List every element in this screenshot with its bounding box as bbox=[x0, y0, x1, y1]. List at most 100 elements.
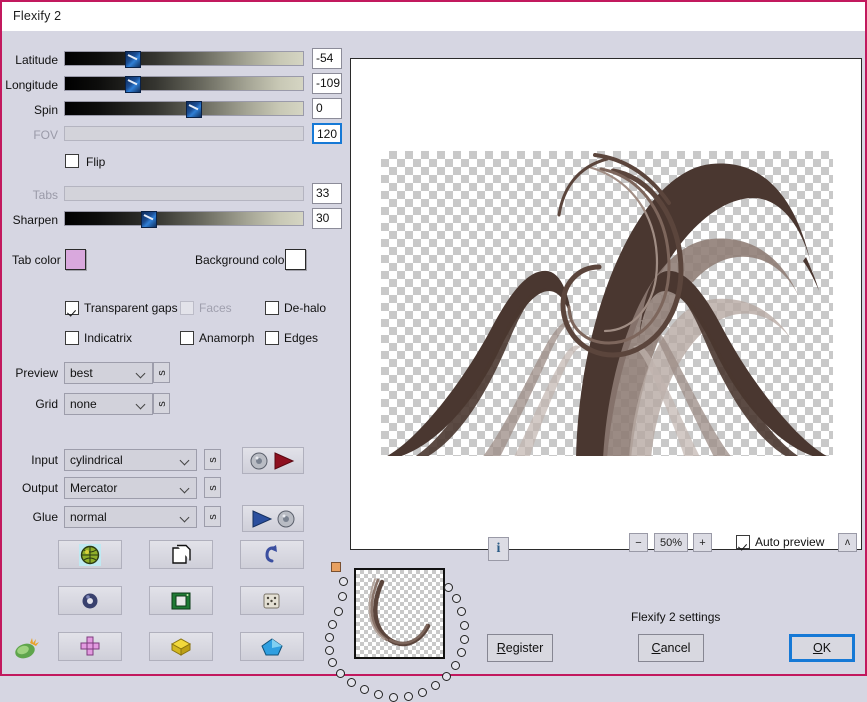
input-label: Input bbox=[31, 453, 58, 467]
torus-button[interactable] bbox=[58, 586, 122, 615]
preview-label: Preview bbox=[15, 366, 58, 380]
ring-dot[interactable] bbox=[334, 607, 343, 616]
dialog-body: Latitude -54 Longitude -109 Spin 0 FOV 1… bbox=[2, 31, 865, 702]
input-swap-button[interactable]: s bbox=[204, 449, 221, 470]
ring-dot[interactable] bbox=[418, 688, 427, 697]
ring-dot[interactable] bbox=[452, 594, 461, 603]
flexify-dialog: Flexify 2 Latitude -54 Longitude -109 Sp… bbox=[0, 0, 867, 702]
tabs-slider bbox=[64, 186, 304, 201]
fov-value-input[interactable]: 120 bbox=[312, 123, 342, 144]
dice-button[interactable] bbox=[240, 586, 304, 615]
undo-button[interactable] bbox=[240, 540, 304, 569]
preview-select[interactable]: best bbox=[64, 362, 153, 384]
background-color-swatch[interactable] bbox=[285, 249, 306, 270]
ring-dot[interactable] bbox=[347, 678, 356, 687]
glue-swap-button[interactable]: s bbox=[204, 506, 221, 527]
edges-label: Edges bbox=[284, 331, 319, 345]
anamorph-checkbox[interactable] bbox=[180, 331, 194, 345]
sprout-icon bbox=[12, 635, 40, 661]
transparent-gaps-checkbox[interactable] bbox=[65, 301, 79, 315]
input-select[interactable]: cylindrical bbox=[64, 449, 197, 471]
thumbnail-preview[interactable] bbox=[354, 568, 445, 659]
de-halo-checkbox[interactable] bbox=[265, 301, 279, 315]
longitude-value-input[interactable]: -109 bbox=[312, 73, 342, 94]
ring-dot[interactable] bbox=[325, 633, 334, 642]
tabs-value-input[interactable]: 33 bbox=[312, 183, 342, 204]
output-select-value: Mercator bbox=[70, 481, 118, 495]
latitude-value-input[interactable]: -54 bbox=[312, 48, 342, 69]
glue-select[interactable]: normal bbox=[64, 506, 197, 528]
ring-dot[interactable] bbox=[328, 620, 337, 629]
ring-dot[interactable] bbox=[457, 648, 466, 657]
longitude-slider[interactable] bbox=[64, 76, 304, 93]
status-text: Flexify 2 settings bbox=[631, 610, 721, 624]
transparent-gaps-label: Transparent gaps bbox=[84, 301, 178, 315]
cross-cube-button[interactable] bbox=[58, 632, 122, 661]
ring-dot[interactable] bbox=[328, 658, 337, 667]
edges-checkbox[interactable] bbox=[265, 331, 279, 345]
preview-pane[interactable] bbox=[350, 58, 862, 550]
spin-slider-thumb[interactable] bbox=[186, 101, 203, 118]
ring-dot[interactable] bbox=[404, 692, 413, 701]
ring-dot[interactable] bbox=[360, 685, 369, 694]
chip-button[interactable] bbox=[149, 586, 213, 615]
chevron-down-icon bbox=[181, 485, 189, 493]
info-button[interactable]: i bbox=[488, 537, 509, 561]
ring-dot[interactable] bbox=[457, 607, 466, 616]
preview-image bbox=[387, 153, 827, 456]
ring-dot[interactable] bbox=[460, 621, 469, 630]
spin-value-input[interactable]: 0 bbox=[312, 98, 342, 119]
dice-icon bbox=[263, 593, 280, 608]
plane-to-sphere-button[interactable] bbox=[242, 505, 304, 532]
gold-box-button[interactable] bbox=[149, 632, 213, 661]
ring-dot[interactable] bbox=[451, 661, 460, 670]
chevron-down-icon bbox=[181, 457, 189, 465]
sharpen-slider[interactable] bbox=[64, 211, 304, 228]
register-button[interactable]: Register bbox=[487, 634, 553, 662]
grid-select[interactable]: none bbox=[64, 393, 153, 415]
sharpen-slider-thumb[interactable] bbox=[141, 211, 158, 228]
ok-button[interactable]: OK bbox=[789, 634, 855, 662]
glue-select-value: normal bbox=[70, 510, 107, 524]
output-select[interactable]: Mercator bbox=[64, 477, 197, 499]
zoom-out-button[interactable]: − bbox=[629, 533, 648, 552]
latitude-slider-thumb[interactable] bbox=[124, 51, 141, 68]
output-swap-button[interactable]: s bbox=[204, 477, 221, 498]
auto-preview-label: Auto preview bbox=[755, 535, 825, 549]
blue-gem-button[interactable] bbox=[240, 632, 304, 661]
ring-dot[interactable] bbox=[444, 583, 453, 592]
flip-checkbox[interactable] bbox=[65, 154, 79, 168]
ring-dot[interactable] bbox=[325, 646, 334, 655]
ring-dot[interactable] bbox=[338, 592, 347, 601]
indicatrix-checkbox[interactable] bbox=[65, 331, 79, 345]
ring-dot[interactable] bbox=[460, 635, 469, 644]
pages-button[interactable] bbox=[149, 540, 213, 569]
ring-dot[interactable] bbox=[374, 690, 383, 699]
longitude-slider-thumb[interactable] bbox=[124, 76, 141, 93]
sharpen-value-input[interactable]: 30 bbox=[312, 208, 342, 229]
cancel-button[interactable]: Cancel bbox=[638, 634, 704, 662]
latitude-slider[interactable] bbox=[64, 51, 304, 68]
globe-button[interactable] bbox=[58, 540, 122, 569]
tab-color-swatch[interactable] bbox=[65, 249, 86, 270]
spin-label: Spin bbox=[33, 103, 58, 117]
grid-swap-button[interactable]: s bbox=[153, 393, 170, 414]
chevron-down-icon bbox=[181, 514, 189, 522]
tab-color-label: Tab color bbox=[12, 253, 61, 267]
sphere-to-plane-button[interactable] bbox=[242, 447, 304, 474]
ring-dot[interactable] bbox=[336, 669, 345, 678]
ring-marker-square[interactable] bbox=[331, 562, 341, 572]
plane-to-sphere-icon bbox=[252, 509, 295, 528]
zoom-level-display[interactable]: 50% bbox=[654, 533, 688, 552]
ring-dot[interactable] bbox=[389, 693, 398, 702]
ring-dot[interactable] bbox=[431, 681, 440, 690]
preview-swap-button[interactable]: s bbox=[153, 362, 170, 383]
collapse-button[interactable]: ʌ bbox=[838, 533, 857, 552]
auto-preview-checkbox[interactable] bbox=[736, 535, 750, 549]
ring-dot[interactable] bbox=[442, 672, 451, 681]
ring-dot[interactable] bbox=[339, 577, 348, 586]
zoom-in-button[interactable]: + bbox=[693, 533, 712, 552]
cancel-button-mnemonic: C bbox=[651, 641, 661, 655]
thumbnail-image bbox=[368, 578, 431, 647]
spin-slider[interactable] bbox=[64, 101, 304, 118]
